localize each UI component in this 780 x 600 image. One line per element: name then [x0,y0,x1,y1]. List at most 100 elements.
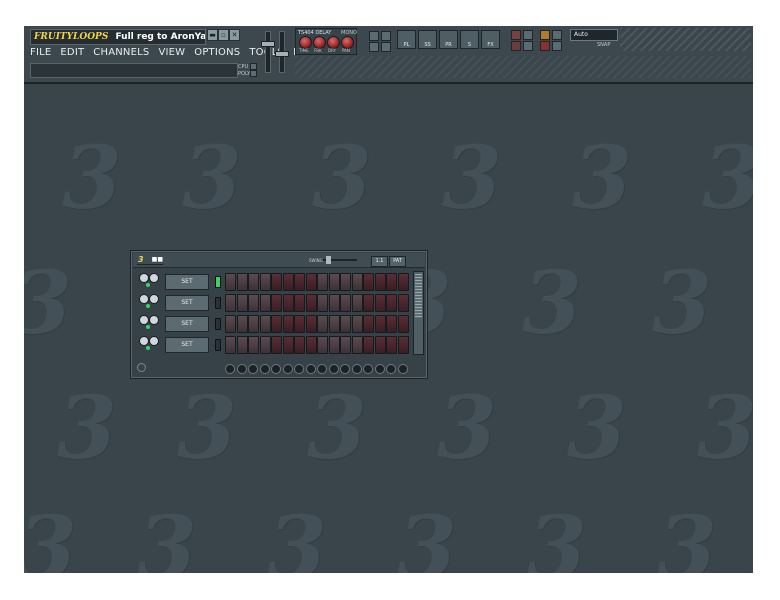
menu-view[interactable]: VIEW [158,46,185,60]
step-button[interactable] [259,294,271,312]
channel-volume-knob[interactable] [139,336,149,346]
step-button[interactable] [236,273,248,291]
step-button[interactable] [305,336,317,354]
channel-pan-knob[interactable] [149,294,159,304]
wait-for-input-icon[interactable] [523,41,533,51]
menu-edit[interactable]: EDIT [60,46,84,60]
step-button[interactable] [317,294,328,312]
scrollbar-thumb[interactable] [415,274,422,318]
channel-volume-knob[interactable] [139,294,149,304]
step-button[interactable] [340,294,351,312]
channel-select-button[interactable] [215,339,221,351]
keyboard-icon[interactable] [552,41,562,51]
blend-notes-icon[interactable] [523,30,533,40]
channel-settings-button[interactable]: SET [165,274,209,290]
channel-select-button[interactable] [215,297,221,309]
step-button[interactable] [317,315,328,333]
step-button[interactable] [225,273,236,291]
channel-mute-led[interactable] [146,325,150,329]
channel-pan-knob[interactable] [149,336,159,346]
step-button[interactable] [305,315,317,333]
step-button[interactable] [317,336,328,354]
typing-keyboard-icon[interactable] [540,30,550,40]
channel-pan-knob[interactable] [149,273,159,283]
step-button[interactable] [351,336,363,354]
step-button[interactable] [236,294,248,312]
open-file-icon[interactable] [381,31,391,41]
step-button[interactable] [248,294,259,312]
step-button[interactable] [363,273,374,291]
step-button[interactable] [351,294,363,312]
step-button[interactable] [340,336,351,354]
step-button[interactable] [248,315,259,333]
channel-mute-led[interactable] [146,346,150,350]
step-button[interactable] [397,294,409,312]
step-button[interactable] [328,273,340,291]
effects-button[interactable]: FX [481,30,500,49]
step-button[interactable] [225,294,236,312]
step-button[interactable] [236,315,248,333]
menu-channels[interactable]: CHANNELS [93,46,149,60]
step-button[interactable] [294,294,305,312]
pattern-length-button[interactable]: 1.1 [371,256,388,267]
step-button[interactable] [271,315,282,333]
step-edit-icon[interactable] [540,41,550,51]
step-button[interactable] [271,294,282,312]
step-button[interactable] [282,336,294,354]
step-button[interactable] [248,336,259,354]
channel-pan-knob[interactable] [149,315,159,325]
piano-roll-button[interactable]: PR [439,30,458,49]
step-button[interactable] [248,273,259,291]
step-button[interactable] [294,273,305,291]
step-sequencer-button[interactable]: SS [418,30,437,49]
sequencer-header[interactable]: 3 ■■ SWING 1.1 PAT [133,253,425,268]
sample-browser-button[interactable]: S [460,30,479,49]
master-volume-fader[interactable] [265,31,271,73]
step-button[interactable] [351,315,363,333]
channel-select-button[interactable] [215,276,221,288]
step-button[interactable] [271,273,282,291]
swing-handle[interactable] [326,256,331,264]
step-button[interactable] [328,315,340,333]
step-button[interactable] [374,336,386,354]
step-button[interactable] [374,294,386,312]
step-button[interactable] [363,294,374,312]
step-button[interactable] [225,336,236,354]
step-button[interactable] [386,273,397,291]
step-button[interactable] [225,315,236,333]
channel-select-button[interactable] [215,318,221,330]
step-button[interactable] [397,273,409,291]
snap-select[interactable]: Auto [570,29,618,41]
step-button[interactable] [397,336,409,354]
step-button[interactable] [282,294,294,312]
step-button[interactable] [259,273,271,291]
channel-mute-led[interactable] [146,283,150,287]
step-button[interactable] [259,315,271,333]
step-button[interactable] [271,336,282,354]
step-button[interactable] [363,315,374,333]
step-button[interactable] [340,273,351,291]
step-button[interactable] [305,294,317,312]
playlist-button[interactable]: PL [397,30,416,49]
step-button[interactable] [374,315,386,333]
channel-settings-button[interactable]: SET [165,337,209,353]
step-button[interactable] [386,294,397,312]
step-button[interactable] [328,336,340,354]
export-file-icon[interactable] [381,42,391,52]
minimize-button[interactable]: ▬ [207,29,218,41]
pattern-button[interactable]: PAT [389,256,406,267]
new-file-icon[interactable] [369,31,379,41]
channel-settings-button[interactable]: SET [165,295,209,311]
menu-options[interactable]: OPTIONS [194,46,240,60]
step-button[interactable] [397,315,409,333]
step-button[interactable] [317,273,328,291]
maximize-button[interactable]: ▫ [218,29,229,41]
step-button[interactable] [328,294,340,312]
master-pitch-handle[interactable] [275,51,289,57]
step-button[interactable] [374,273,386,291]
tempo-icon[interactable] [552,30,562,40]
menu-file[interactable]: FILE [30,46,51,60]
step-button[interactable] [305,273,317,291]
step-button[interactable] [259,336,271,354]
master-volume-handle[interactable] [261,41,275,47]
